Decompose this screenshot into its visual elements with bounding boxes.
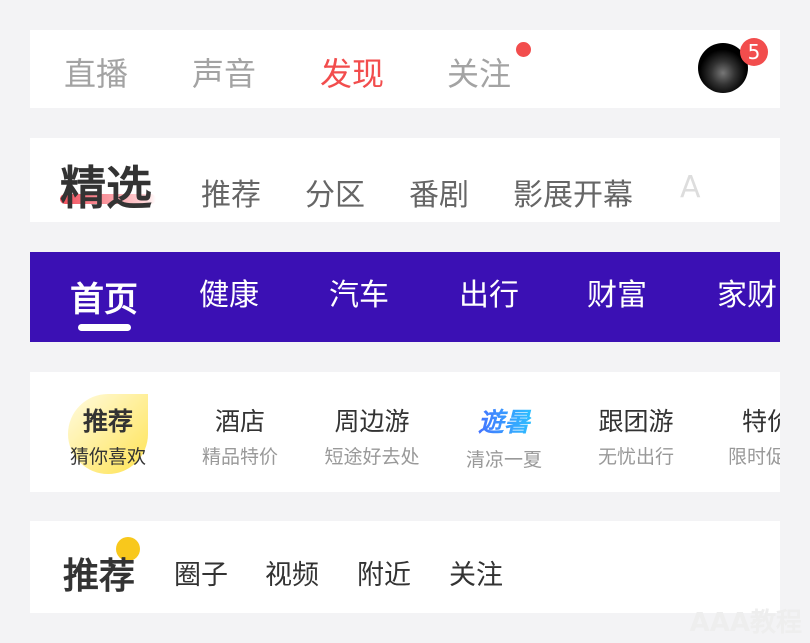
notification-dot	[516, 42, 531, 57]
tab-featured[interactable]: 精选	[60, 152, 152, 218]
tab-bar-3: 首页 健康 汽车 出行 财富 家财	[30, 252, 780, 342]
tab-travel[interactable]: 出行	[459, 270, 519, 314]
category-nearby[interactable]: 周边游 短途好去处	[320, 402, 424, 469]
summer-logo: 遊暑	[462, 402, 546, 439]
watermark: AAA教程	[689, 608, 802, 638]
tab-discover[interactable]: 发现	[320, 49, 384, 95]
category-group-tour[interactable]: 跟团游 无忧出行	[594, 402, 678, 469]
tab-nearby[interactable]: 附近	[357, 553, 411, 592]
tab-bar-2: 精选 推荐 分区 番剧 影展开幕 A	[30, 138, 780, 222]
tab-recommend[interactable]: 推荐	[201, 170, 261, 214]
category-summer[interactable]: 遊暑 清凉一夏	[462, 402, 546, 472]
tab-family[interactable]: 家财	[717, 270, 777, 314]
tab-video[interactable]: 视频	[265, 553, 319, 592]
tab-recommend[interactable]: 推荐	[63, 547, 135, 599]
tab-car[interactable]: 汽车	[329, 270, 389, 314]
tab-section[interactable]: 分区	[305, 170, 365, 214]
tab-wealth[interactable]: 财富	[587, 270, 647, 314]
category-bar: 推荐 猜你喜欢 酒店 精品特价 周边游 短途好去处 遊暑 清凉一夏 跟团游 无忧…	[30, 372, 780, 492]
tab-follow[interactable]: 关注	[447, 49, 511, 95]
tab-bar-1: 直播 声音 发现 关注 5	[30, 30, 780, 108]
tab-audio[interactable]: 声音	[192, 49, 256, 95]
tab-home[interactable]: 首页	[70, 272, 138, 321]
category-deals[interactable]: 特价 限时促	[728, 402, 780, 469]
badge-count: 5	[740, 38, 768, 66]
tab-circle[interactable]: 圈子	[174, 553, 228, 592]
active-underline	[78, 324, 131, 331]
category-recommend[interactable]: 推荐 猜你喜欢	[68, 402, 148, 469]
tab-exhibition[interactable]: 影展开幕	[513, 170, 633, 214]
tab-live[interactable]: 直播	[64, 49, 128, 95]
tab-anime[interactable]: 番剧	[409, 170, 469, 214]
tab-more[interactable]: A	[680, 170, 701, 205]
category-hotel[interactable]: 酒店 精品特价	[198, 402, 282, 469]
tab-bar-5: 推荐 圈子 视频 附近 关注	[30, 521, 780, 613]
tab-health[interactable]: 健康	[199, 270, 259, 314]
tab-follow[interactable]: 关注	[449, 553, 503, 592]
